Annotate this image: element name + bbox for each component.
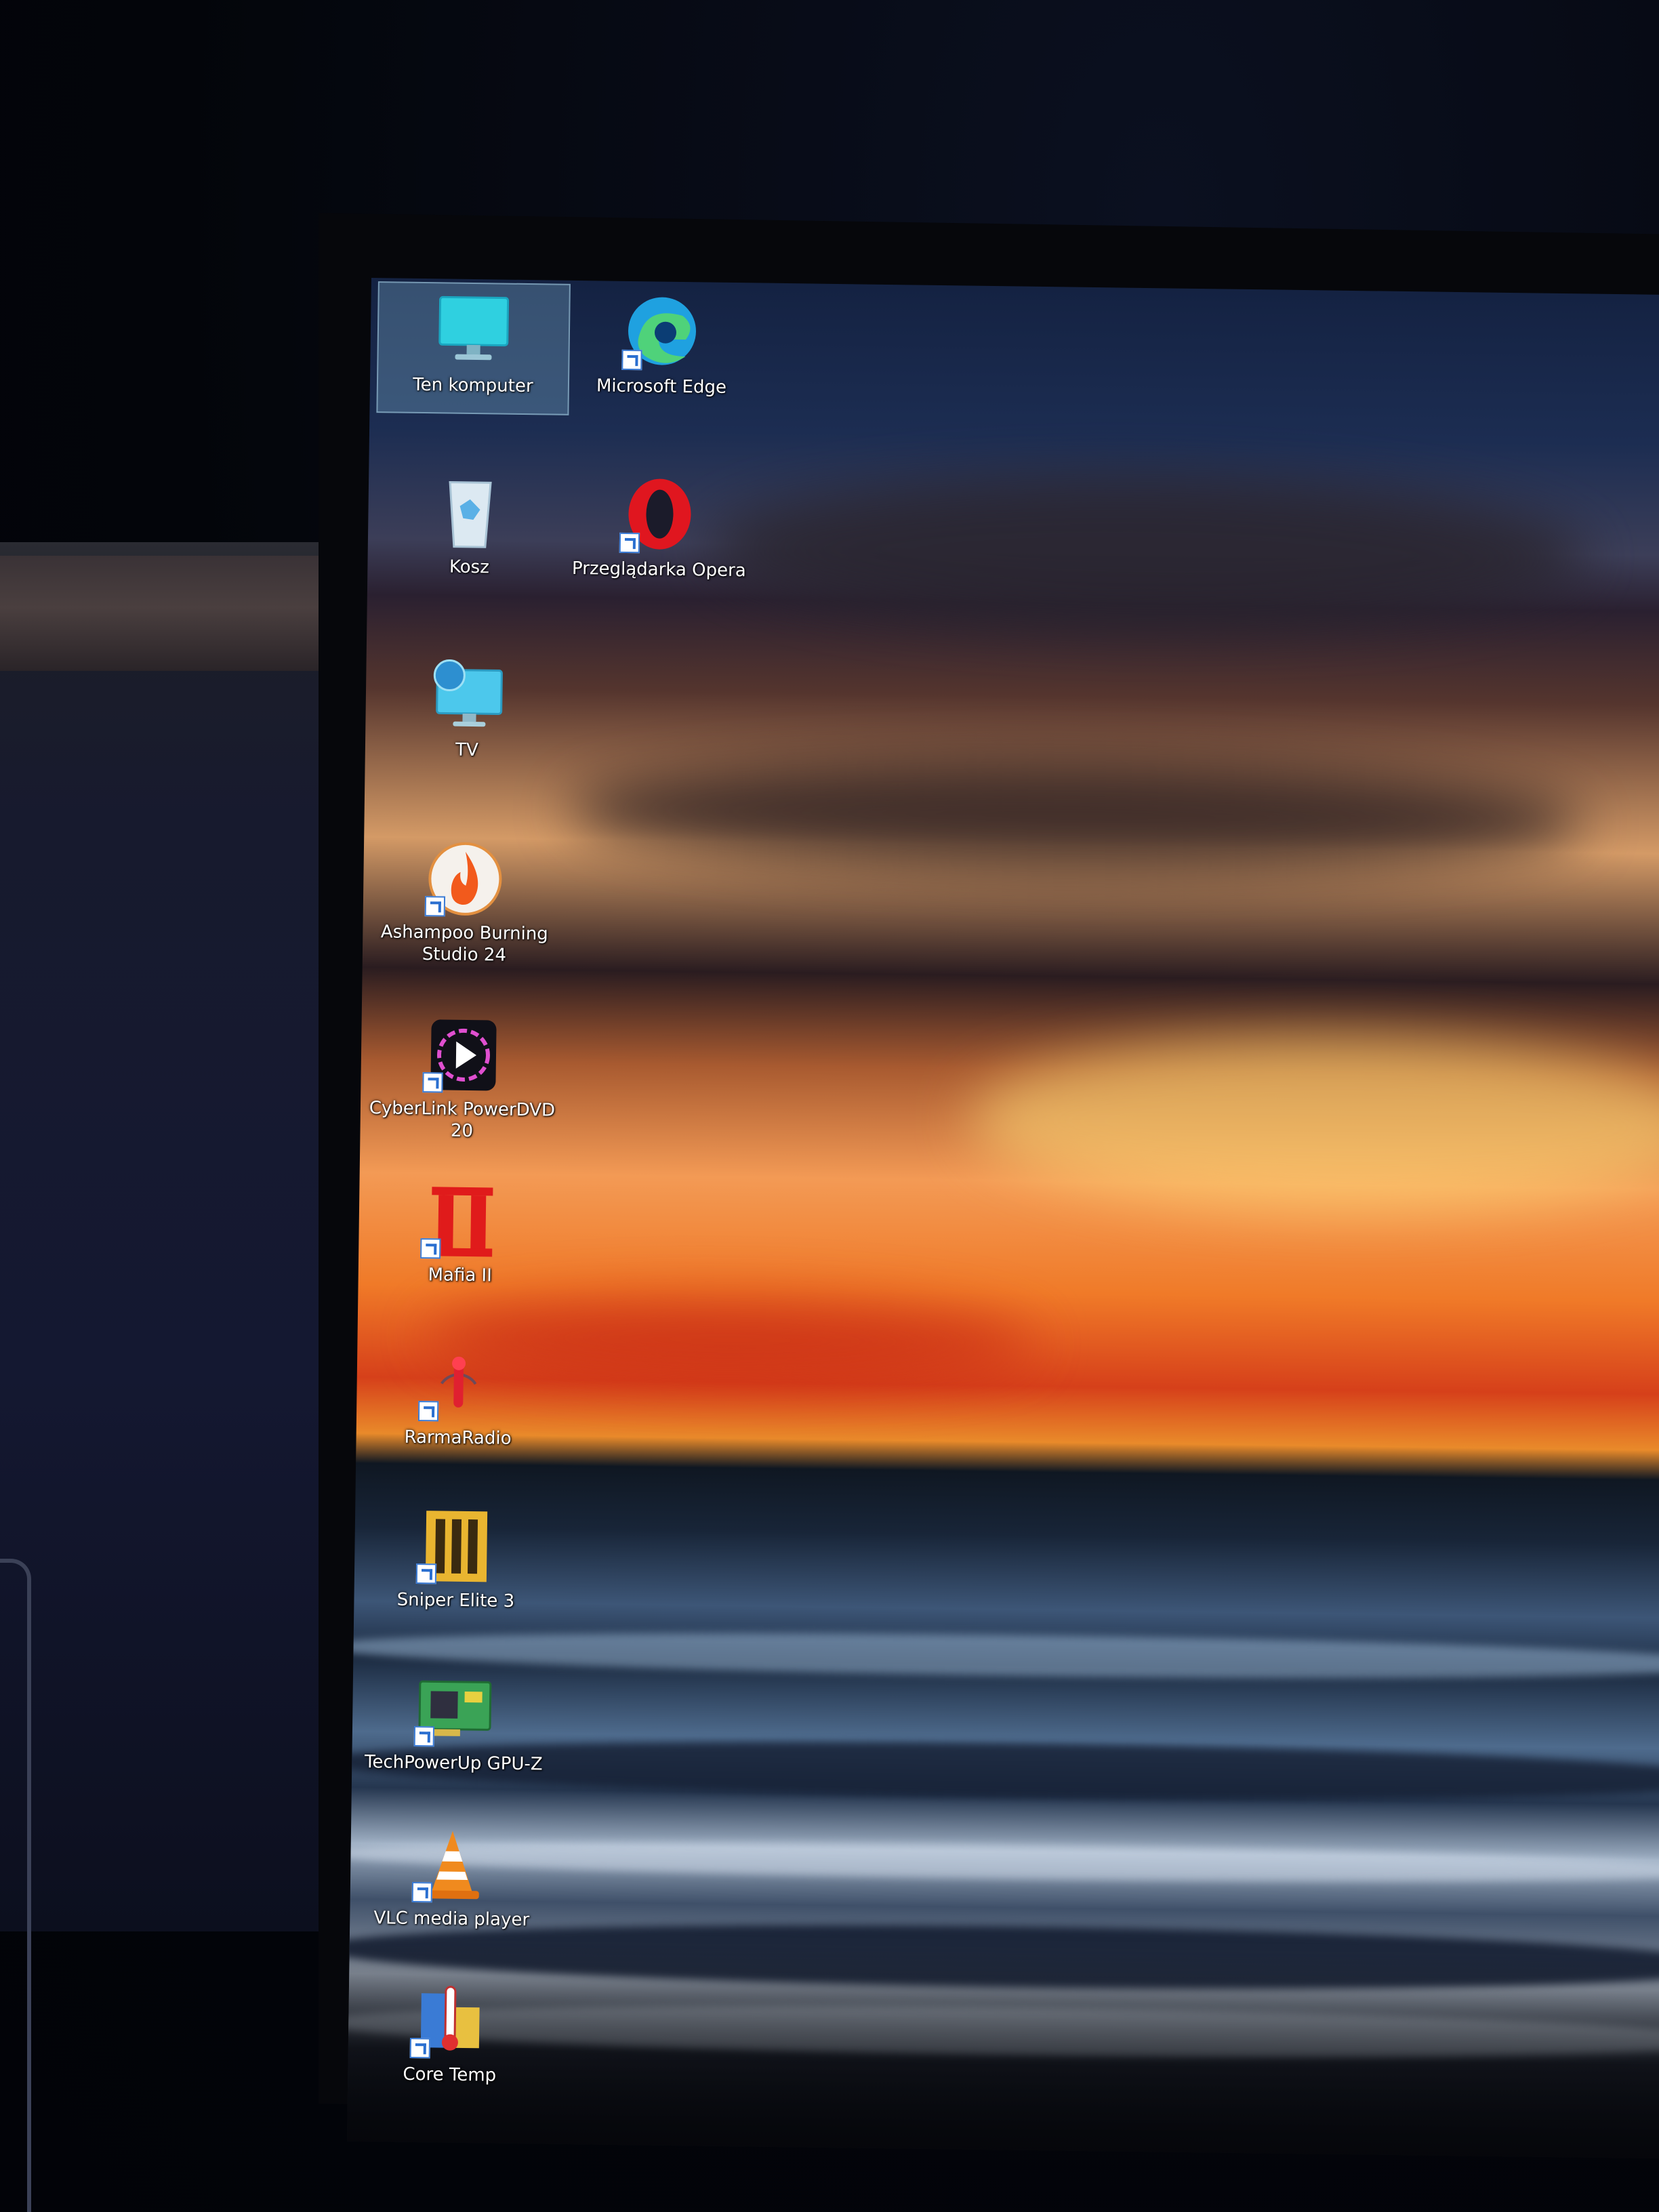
opera-icon <box>615 474 705 557</box>
desktop-icon-tv[interactable]: TV <box>371 647 562 779</box>
sniper-elite-icon <box>412 1505 501 1588</box>
wallpaper-cloud <box>567 754 1585 877</box>
icon-label: TechPowerUp GPU-Z <box>364 1752 543 1775</box>
desktop-icon-mafia-ii[interactable]: Mafia II <box>365 1172 556 1304</box>
edge-icon <box>617 291 707 374</box>
desktop-icon-recycle-bin[interactable]: Kosz <box>374 464 565 596</box>
mafia-ii-icon <box>416 1180 506 1263</box>
desktop-icon-core-temp[interactable]: Core Temp <box>354 1972 546 2104</box>
recycle-bin-icon <box>426 472 515 554</box>
thermometer-icon <box>406 1980 495 2062</box>
desktop-icon-rarmaradio[interactable]: RarmaRadio <box>363 1335 554 1467</box>
desktop-icon-edge[interactable]: Microsoft Edge <box>566 284 757 415</box>
icon-label: Sniper Elite 3 <box>396 1589 515 1612</box>
desktop-icon-gpu-z[interactable]: TechPowerUp GPU-Z <box>359 1660 550 1792</box>
powerdvd-icon <box>418 1014 508 1097</box>
shortcut-arrow-icon <box>422 1072 443 1093</box>
wallpaper-cloud <box>705 472 1589 633</box>
network-monitor-icon <box>423 655 512 737</box>
wallpaper-cloud <box>969 1031 1659 1218</box>
shortcut-arrow-icon <box>415 1563 437 1584</box>
shortcut-arrow-icon <box>409 2037 431 2059</box>
icon-label: Microsoft Edge <box>596 375 727 398</box>
icon-label: Ten komputer <box>413 374 533 397</box>
icon-label: VLC media player <box>373 1908 530 1931</box>
cable <box>0 1559 31 2212</box>
gpu-card-icon <box>410 1668 499 1750</box>
icon-label: RarmaRadio <box>404 1427 512 1449</box>
icon-label: Core Temp <box>403 2064 497 2086</box>
photo: Ten komputer Microsoft Edge Kosz Przeglą… <box>0 0 1659 2212</box>
shortcut-arrow-icon <box>413 1726 435 1747</box>
icon-label: Mafia II <box>428 1265 493 1286</box>
background-wall <box>0 542 325 1931</box>
monitor-icon <box>429 290 518 373</box>
radio-icon <box>414 1343 504 1425</box>
desktop-icon-this-pc[interactable]: Ten komputer <box>376 281 571 415</box>
desktop-icon-opera[interactable]: Przeglądarka Opera <box>564 467 755 598</box>
shortcut-arrow-icon <box>424 896 446 917</box>
desktop-icon-powerdvd[interactable]: CyberLink PowerDVD 20 <box>367 1006 558 1141</box>
icon-label: CyberLink PowerDVD 20 <box>369 1098 556 1142</box>
desktop-screen: Ten komputer Microsoft Edge Kosz Przeglą… <box>347 278 1659 2159</box>
icon-label: Kosz <box>449 556 490 578</box>
shortcut-arrow-icon <box>621 349 642 371</box>
background-band <box>0 556 332 671</box>
desktop-icon-vlc[interactable]: VLC media player <box>356 1816 548 1948</box>
shortcut-arrow-icon <box>420 1238 441 1259</box>
shortcut-arrow-icon <box>417 1401 439 1422</box>
icon-label: Ashampoo Burning Studio 24 <box>380 922 548 966</box>
shortcut-arrow-icon <box>411 1881 433 1903</box>
burning-disc-icon <box>421 838 510 920</box>
desktop-icon-sniper-elite[interactable]: Sniper Elite 3 <box>361 1498 552 1629</box>
icon-label: TV <box>455 739 478 761</box>
vlc-cone-icon <box>408 1824 497 1906</box>
icon-label: Przeglądarka Opera <box>571 558 746 581</box>
shortcut-arrow-icon <box>619 532 640 554</box>
desktop-icon-ashampoo[interactable]: Ashampoo Burning Studio 24 <box>369 830 560 966</box>
